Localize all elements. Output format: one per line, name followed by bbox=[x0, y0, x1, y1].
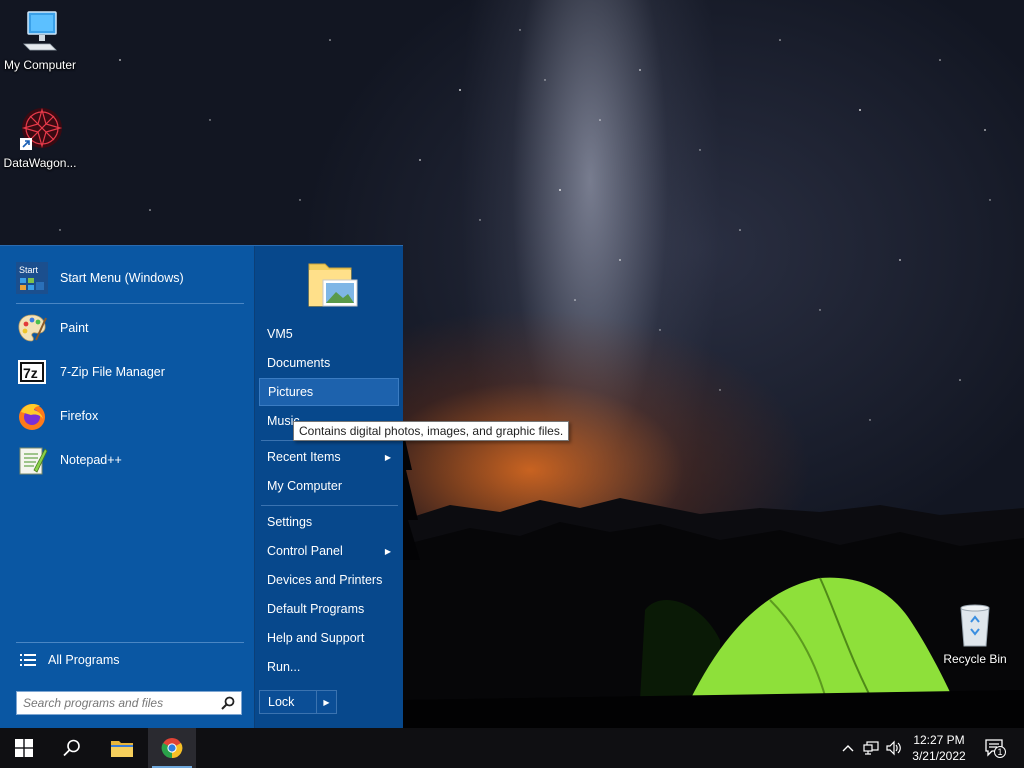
desktop-icon-datawagon[interactable]: DataWagon... bbox=[0, 106, 80, 170]
program-label: Firefox bbox=[60, 409, 99, 423]
place-label: My Computer bbox=[267, 479, 343, 493]
program-firefox[interactable]: Firefox bbox=[10, 396, 244, 436]
windows-logo-icon bbox=[15, 739, 33, 757]
place-label: Devices and Printers bbox=[267, 573, 383, 587]
paint-palette-icon bbox=[18, 314, 47, 342]
shutdown-options-chevron-icon[interactable]: ▶ bbox=[316, 691, 336, 713]
action-center-button[interactable]: 1 bbox=[982, 738, 1008, 758]
place-documents[interactable]: Documents bbox=[259, 349, 399, 377]
chevron-right-icon: ▶ bbox=[384, 452, 391, 462]
firefox-icon bbox=[19, 404, 45, 430]
monitor-icon bbox=[23, 11, 57, 51]
program-paint[interactable]: Paint bbox=[10, 308, 244, 348]
place-label: Documents bbox=[267, 356, 331, 370]
program-7zip[interactable]: 7z 7-Zip File Manager bbox=[10, 352, 244, 392]
separator bbox=[16, 303, 244, 304]
file-explorer-button[interactable] bbox=[98, 728, 146, 768]
chrome-button[interactable] bbox=[148, 728, 196, 768]
chrome-icon bbox=[161, 738, 183, 759]
7zip-icon: 7z bbox=[18, 360, 46, 384]
program-label: 7-Zip File Manager bbox=[60, 365, 165, 379]
place-my-computer[interactable]: My Computer bbox=[259, 472, 399, 500]
start-menu-programs-pane: Start Start Menu (Windows) Paint 7z 7-Zi… bbox=[0, 246, 254, 729]
clock-time: 12:27 PM bbox=[913, 733, 965, 747]
place-control-panel[interactable]: Control Panel ▶ bbox=[259, 537, 399, 565]
recycle-bin-icon bbox=[960, 604, 990, 647]
list-icon bbox=[20, 654, 36, 666]
clock-date: 3/21/2022 bbox=[912, 749, 966, 763]
program-label: Paint bbox=[60, 321, 89, 335]
search-programs-box[interactable] bbox=[16, 691, 242, 715]
place-label: Run... bbox=[267, 660, 301, 674]
program-start-menu-windows[interactable]: Start Start Menu (Windows) bbox=[10, 258, 244, 298]
place-settings[interactable]: Settings bbox=[259, 508, 399, 536]
place-run[interactable]: Run... bbox=[259, 653, 399, 681]
place-label: VM5 bbox=[267, 327, 293, 341]
notepadpp-icon bbox=[19, 447, 48, 475]
place-label: Control Panel bbox=[267, 544, 343, 558]
all-programs-button[interactable]: All Programs bbox=[10, 646, 244, 674]
place-devices-and-printers[interactable]: Devices and Printers bbox=[259, 566, 399, 594]
place-pictures[interactable]: Pictures bbox=[259, 378, 399, 406]
desktop-icon-recycle-bin[interactable]: Recycle Bin bbox=[935, 602, 1015, 666]
desktop-icon-my-computer[interactable]: My Computer bbox=[0, 8, 80, 72]
place-label: Recent Items bbox=[267, 450, 341, 464]
search-button[interactable] bbox=[48, 728, 96, 768]
notification-count-badge: 1 bbox=[994, 746, 1006, 758]
start-menu-places-pane: VM5 Documents Pictures Music Recent Item… bbox=[254, 246, 403, 729]
desktop-icon-label: Recycle Bin bbox=[943, 652, 1007, 666]
place-label: Settings bbox=[267, 515, 313, 529]
search-programs-input[interactable] bbox=[23, 696, 213, 710]
desktop-icon-label: DataWagon... bbox=[3, 156, 77, 170]
svg-text:Start: Start bbox=[19, 265, 39, 275]
separator bbox=[16, 642, 244, 643]
place-label: Help and Support bbox=[267, 631, 365, 645]
start-button[interactable] bbox=[0, 728, 48, 768]
place-label: Pictures bbox=[268, 385, 314, 399]
taskbar: 12:27 PM 3/21/2022 1 bbox=[0, 728, 1024, 768]
place-recent-items[interactable]: Recent Items ▶ bbox=[259, 443, 399, 471]
datawagon-shortcut-icon bbox=[20, 107, 63, 150]
lock-label: Lock bbox=[268, 695, 295, 709]
lock-button[interactable]: Lock ▶ bbox=[259, 690, 337, 714]
place-help-and-support[interactable]: Help and Support bbox=[259, 624, 399, 652]
place-default-programs[interactable]: Default Programs bbox=[259, 595, 399, 623]
folder-icon bbox=[111, 741, 133, 757]
show-hidden-icons-chevron-icon[interactable] bbox=[838, 738, 858, 758]
start-menu-icon: Start bbox=[16, 262, 48, 294]
search-icon[interactable] bbox=[221, 696, 235, 710]
chevron-right-icon: ▶ bbox=[384, 546, 391, 556]
network-icon[interactable] bbox=[861, 738, 881, 758]
pictures-folder-icon bbox=[308, 263, 358, 307]
svg-text:7z: 7z bbox=[23, 365, 38, 381]
system-clock[interactable]: 12:27 PM 3/21/2022 bbox=[900, 732, 978, 764]
place-vm5[interactable]: VM5 bbox=[259, 320, 399, 348]
pictures-tooltip: Contains digital photos, images, and gra… bbox=[293, 421, 570, 441]
all-programs-label: All Programs bbox=[48, 653, 120, 667]
program-notepadpp[interactable]: Notepad++ bbox=[10, 440, 244, 480]
program-label: Start Menu (Windows) bbox=[60, 271, 184, 285]
desktop-icon-label: My Computer bbox=[3, 58, 77, 72]
start-menu: Start Start Menu (Windows) Paint 7z 7-Zi… bbox=[0, 245, 403, 729]
program-label: Notepad++ bbox=[60, 453, 122, 467]
separator bbox=[261, 505, 398, 506]
place-label: Default Programs bbox=[267, 602, 365, 616]
search-icon bbox=[63, 739, 80, 757]
